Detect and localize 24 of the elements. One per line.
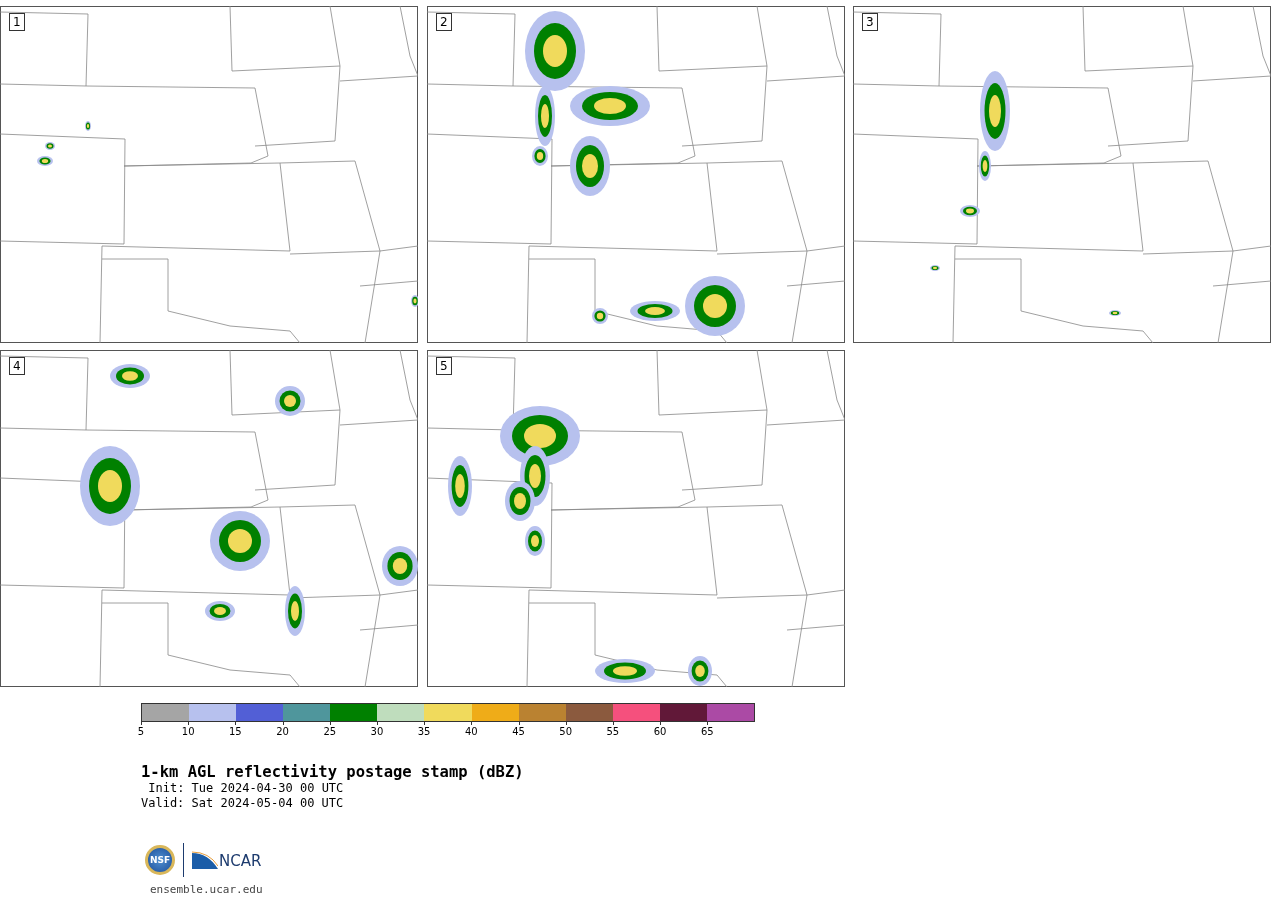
panel-number: 5 — [436, 357, 452, 375]
tick-label: 40 — [464, 726, 478, 737]
tick-label: 10 — [181, 726, 195, 737]
tick-label: 5 — [137, 726, 145, 737]
ncar-logo: NCAR — [192, 851, 262, 869]
tick-label: 50 — [559, 726, 573, 737]
panel-number: 2 — [436, 13, 452, 31]
valid-time: Valid: Sat 2024-05-04 00 UTC — [141, 796, 345, 811]
panel-number: 1 — [9, 13, 25, 31]
site-url: ensemble.ucar.edu — [150, 883, 264, 896]
tick-label: 45 — [512, 726, 525, 737]
nsf-logo: NSF — [145, 845, 175, 875]
init-time: Init: Tue 2024-04-30 00 UTC — [147, 781, 345, 796]
tick-label: 20 — [276, 726, 289, 737]
tick-label: 30 — [370, 726, 384, 737]
tick-label: 15 — [229, 726, 242, 737]
panel-number: 3 — [862, 13, 878, 31]
tick-label: 65 — [700, 726, 714, 737]
panel-number: 4 — [9, 357, 25, 375]
tick-label: 25 — [323, 726, 337, 737]
chart-title: 1-km AGL reflectivity postage stamp (dBZ) — [141, 763, 525, 781]
tick-label: 60 — [653, 726, 667, 737]
tick-label: 55 — [606, 726, 620, 737]
tick-label: 35 — [417, 726, 431, 737]
